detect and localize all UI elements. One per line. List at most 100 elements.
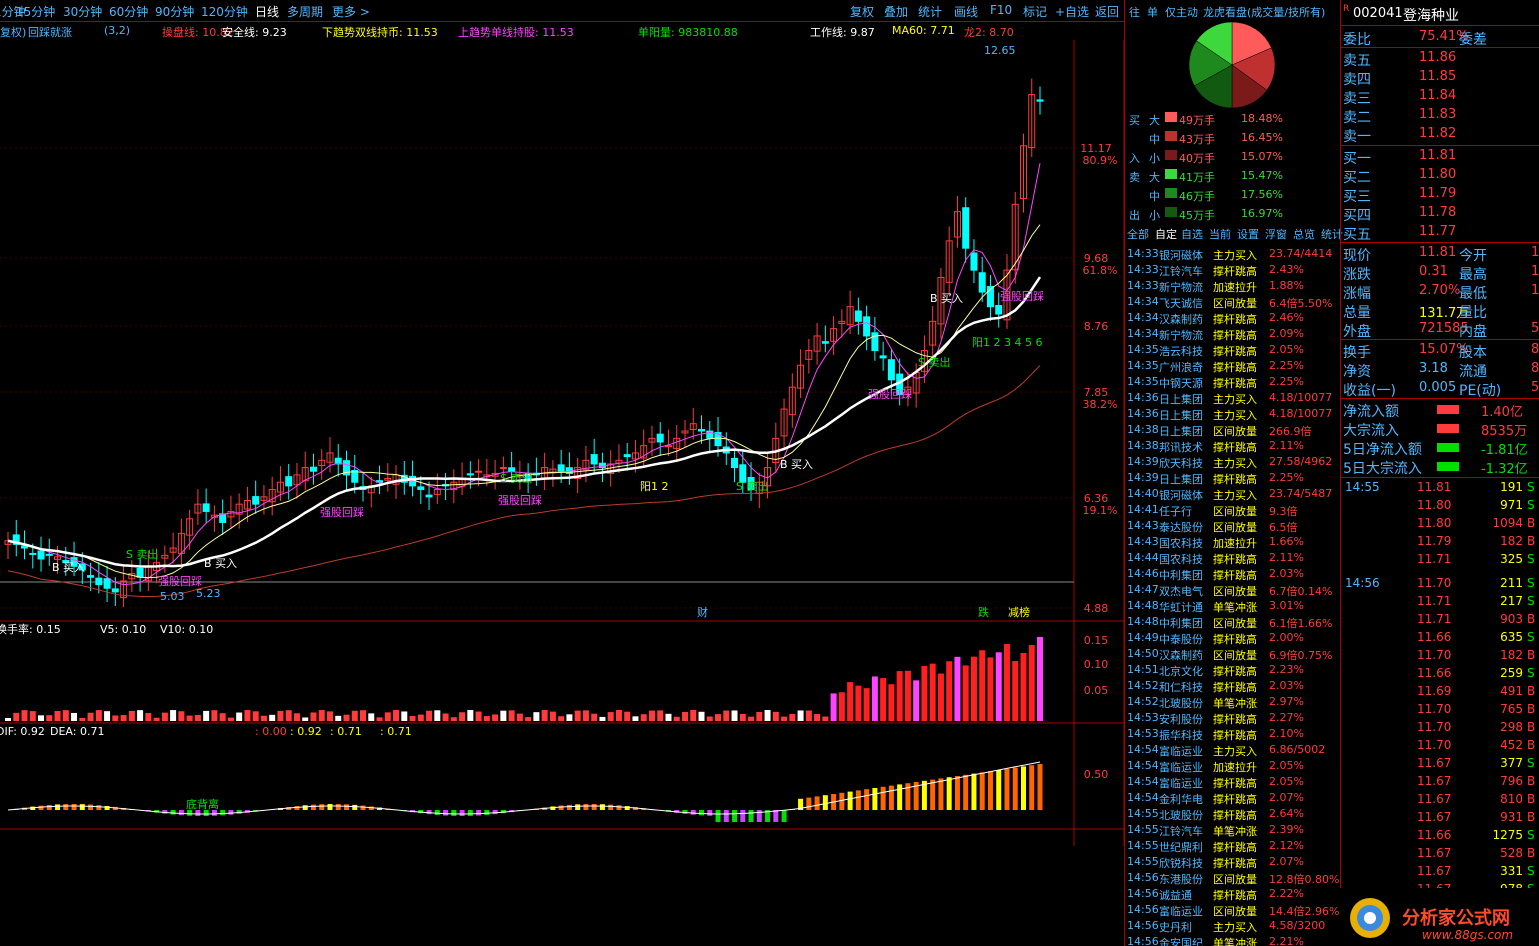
alert-row[interactable]: 14:39 欣天科技 主力买入 27.58/4962 bbox=[1125, 454, 1341, 470]
tick-row[interactable]: 11.71 325 S bbox=[1341, 552, 1539, 570]
alert-row[interactable]: 14:48 中利集团 区间放量 6.1倍1.66% bbox=[1125, 614, 1341, 630]
tick-row[interactable]: 11.66 635 S bbox=[1341, 630, 1539, 648]
tick-row[interactable]: 11.70 182 B bbox=[1341, 648, 1539, 666]
add-watchlist-button[interactable]: +自选 bbox=[1055, 3, 1089, 20]
alert-row[interactable]: 14:43 泰达股份 区间放量 6.5倍 bbox=[1125, 518, 1341, 534]
alert-row[interactable]: 14:53 振华科技 撑杆跳高 2.10% bbox=[1125, 726, 1341, 742]
alert-row[interactable]: 14:33 银河磁体 主力买入 23.74/4414 bbox=[1125, 246, 1341, 262]
tick-row[interactable]: 14:55 11.81 191 S bbox=[1341, 480, 1539, 498]
alert-row[interactable]: 14:35 广州浪奇 撑杆跳高 2.25% bbox=[1125, 358, 1341, 374]
tick-row[interactable]: 11.66 1275 S bbox=[1341, 828, 1539, 846]
kline-chart[interactable]: 11.1780.9%9.6861.8%8.767.8538.2%6.3619.1… bbox=[0, 40, 1124, 846]
alert-subtab[interactable]: 总览 bbox=[1293, 226, 1315, 242]
alert-row[interactable]: 14:34 新宁物流 撑杆跳高 2.09% bbox=[1125, 326, 1341, 342]
tab-wang[interactable]: 往 bbox=[1129, 4, 1140, 20]
alert-row[interactable]: 14:56 诚益通 撑杆跳高 2.22% bbox=[1125, 886, 1341, 902]
alert-row[interactable]: 14:49 中泰股份 撑杆跳高 2.00% bbox=[1125, 630, 1341, 646]
alert-row[interactable]: 14:47 双杰电气 区间放量 6.7倍0.14% bbox=[1125, 582, 1341, 598]
alert-subtab[interactable]: 当前 bbox=[1209, 226, 1231, 242]
alert-row[interactable]: 14:50 汉森制药 区间放量 6.9倍0.75% bbox=[1125, 646, 1341, 662]
alert-row[interactable]: 14:48 华虹计通 单笔冲涨 3.01% bbox=[1125, 598, 1341, 614]
alert-row[interactable]: 14:56 富临运业 区间放量 14.4倍2.96% bbox=[1125, 902, 1341, 918]
alert-subtab[interactable]: 全部 bbox=[1127, 226, 1149, 242]
alert-row[interactable]: 14:38 邦讯技术 撑杆跳高 2.11% bbox=[1125, 438, 1341, 454]
alert-row[interactable]: 14:34 飞天诚信 区间放量 6.4倍5.50% bbox=[1125, 294, 1341, 310]
alert-row[interactable]: 14:55 江铃汽车 单笔冲涨 2.39% bbox=[1125, 822, 1341, 838]
tab-60min[interactable]: 60分钟 bbox=[109, 3, 148, 20]
stats-button[interactable]: 统计 bbox=[918, 3, 942, 20]
tick-row[interactable]: 11.67 528 B bbox=[1341, 846, 1539, 864]
alert-row[interactable]: 14:38 日上集团 区间放量 266.9倍 bbox=[1125, 422, 1341, 438]
alert-row[interactable]: 14:52 北玻股份 单笔冲涨 2.97% bbox=[1125, 694, 1341, 710]
alert-row[interactable]: 14:34 汉森制药 撑杆跳高 2.46% bbox=[1125, 310, 1341, 326]
alert-row[interactable]: 14:36 日上集团 主力买入 4.18/10077 bbox=[1125, 406, 1341, 422]
indicator-name[interactable]: 回踩就涨 bbox=[28, 24, 72, 40]
alert-row[interactable]: 14:35 浩云科技 撑杆跳高 2.05% bbox=[1125, 342, 1341, 358]
mark-button[interactable]: 标记 bbox=[1023, 3, 1047, 20]
tick-row[interactable]: 11.70 452 B bbox=[1341, 738, 1539, 756]
alert-row[interactable]: 14:55 北玻股份 撑杆跳高 2.64% bbox=[1125, 806, 1341, 822]
back-button[interactable]: 返回 bbox=[1095, 3, 1119, 20]
tab-multi-period[interactable]: 多周期 bbox=[287, 3, 323, 20]
alert-list[interactable]: 14:33 银河磁体 主力买入 23.74/4414 14:33 江铃汽车 撑杆跳高 2.43… bbox=[1125, 246, 1341, 946]
alert-row[interactable]: 14:39 日上集团 撑杆跳高 2.25% bbox=[1125, 470, 1341, 486]
alert-subtab[interactable]: 设置 bbox=[1237, 226, 1259, 242]
tab-more[interactable]: 更多 > bbox=[332, 3, 370, 20]
tick-row[interactable]: 11.79 182 B bbox=[1341, 534, 1539, 552]
alert-row[interactable]: 14:56 金安国纪 单笔冲涨 2.21% bbox=[1125, 934, 1341, 946]
tick-row[interactable]: 11.71 217 S bbox=[1341, 594, 1539, 612]
tick-row[interactable]: 11.80 971 S bbox=[1341, 498, 1539, 516]
tick-row[interactable]: 11.67 331 S bbox=[1341, 864, 1539, 882]
alert-row[interactable]: 14:44 国农科技 撑杆跳高 2.11% bbox=[1125, 550, 1341, 566]
alert-row[interactable]: 14:41 任子行 区间放量 9.3倍 bbox=[1125, 502, 1341, 518]
overlay-button[interactable]: 叠加 bbox=[884, 3, 908, 20]
alert-row[interactable]: 14:54 金利华电 撑杆跳高 2.07% bbox=[1125, 790, 1341, 806]
tick-row[interactable]: 14:56 11.70 211 S bbox=[1341, 576, 1539, 594]
alert-row[interactable]: 14:54 富临运业 撑杆跳高 2.05% bbox=[1125, 774, 1341, 790]
alert-row[interactable]: 14:51 北京文化 撑杆跳高 2.23% bbox=[1125, 662, 1341, 678]
alert-row[interactable]: 14:55 世纪鼎利 撑杆跳高 2.12% bbox=[1125, 838, 1341, 854]
tab-90min[interactable]: 90分钟 bbox=[155, 3, 194, 20]
tab-active-only[interactable]: 仅主动 bbox=[1165, 4, 1198, 20]
alert-subtab[interactable]: 自定 bbox=[1155, 226, 1177, 242]
tick-row[interactable]: 11.70 298 B bbox=[1341, 720, 1539, 738]
tab-dan[interactable]: 单 bbox=[1147, 4, 1158, 20]
tab-30min[interactable]: 30分钟 bbox=[63, 3, 102, 20]
draw-button[interactable]: 画线 bbox=[954, 3, 978, 20]
alert-row[interactable]: 14:33 江铃汽车 撑杆跳高 2.43% bbox=[1125, 262, 1341, 278]
alert-row[interactable]: 14:35 中钢天源 撑杆跳高 2.25% bbox=[1125, 374, 1341, 390]
alert-subtab[interactable]: 自选 bbox=[1181, 226, 1203, 242]
tick-row[interactable]: 11.70 765 B bbox=[1341, 702, 1539, 720]
alert-row[interactable]: 14:56 东港股份 区间放量 12.8倍0.80% bbox=[1125, 870, 1341, 886]
f10-button[interactable]: F10 bbox=[990, 3, 1012, 17]
alert-row[interactable]: 14:36 日上集团 主力买入 4.18/10077 bbox=[1125, 390, 1341, 406]
alert-row[interactable]: 14:43 国农科技 加速拉升 1.66% bbox=[1125, 534, 1341, 550]
tick-row[interactable]: 11.66 259 S bbox=[1341, 666, 1539, 684]
alert-row[interactable]: 14:54 富临运业 加速拉升 2.05% bbox=[1125, 758, 1341, 774]
event-badge[interactable]: 跌 bbox=[978, 605, 989, 619]
alert-subtab[interactable]: 浮窗 bbox=[1265, 226, 1287, 242]
tick-row[interactable]: 11.69 491 B bbox=[1341, 684, 1539, 702]
tab-daily[interactable]: 日线 bbox=[255, 3, 279, 20]
tab-longhu[interactable]: 龙虎看盘(成交量/技所有) bbox=[1203, 4, 1325, 20]
alert-row[interactable]: 14:52 和仁科技 撑杆跳高 2.03% bbox=[1125, 678, 1341, 694]
alert-row[interactable]: 14:40 银河磁体 主力买入 23.74/5487 bbox=[1125, 486, 1341, 502]
alert-row[interactable]: 14:33 新宁物流 加速拉升 1.88% bbox=[1125, 278, 1341, 294]
tick-row[interactable]: 11.71 903 B bbox=[1341, 612, 1539, 630]
tab-120min[interactable]: 120分钟 bbox=[201, 3, 248, 20]
event-badge[interactable]: 财 bbox=[697, 605, 708, 619]
tick-row[interactable]: 11.67 810 B bbox=[1341, 792, 1539, 810]
alert-row[interactable]: 14:46 中利集团 撑杆跳高 2.03% bbox=[1125, 566, 1341, 582]
tick-row[interactable]: 11.67 377 S bbox=[1341, 756, 1539, 774]
tick-row[interactable]: 11.67 796 B bbox=[1341, 774, 1539, 792]
tab-15min[interactable]: 15分钟 bbox=[16, 3, 55, 20]
macd-bar bbox=[624, 806, 630, 810]
event-badge[interactable]: 减榜 bbox=[1008, 605, 1030, 619]
tick-row[interactable]: 11.80 1094 B bbox=[1341, 516, 1539, 534]
alert-row[interactable]: 14:53 安利股份 撑杆跳高 2.27% bbox=[1125, 710, 1341, 726]
alert-row[interactable]: 14:55 欣锐科技 撑杆跳高 2.07% bbox=[1125, 854, 1341, 870]
fuquan-button[interactable]: 复权 bbox=[850, 3, 874, 20]
tick-row[interactable]: 11.67 931 B bbox=[1341, 810, 1539, 828]
alert-row[interactable]: 14:56 史丹利 主力买入 4.58/3200 bbox=[1125, 918, 1341, 934]
alert-row[interactable]: 14:54 富临运业 主力买入 6.86/5002 bbox=[1125, 742, 1341, 758]
